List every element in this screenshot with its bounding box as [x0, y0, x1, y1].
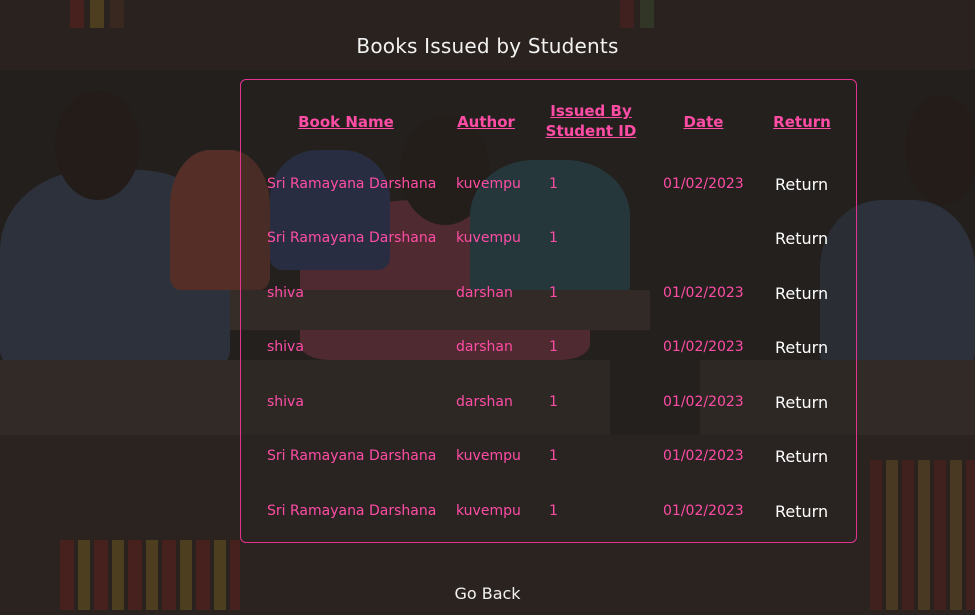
- cell-book-name: Sri Ramayana Darshana: [267, 503, 437, 519]
- cell-book-name: Sri Ramayana Darshana: [267, 448, 437, 464]
- cell-student-id: 1: [549, 394, 558, 410]
- issued-books-table: Book Name Author Issued By Student ID Da…: [240, 79, 857, 543]
- cell-book-name: Sri Ramayana Darshana: [267, 230, 437, 246]
- return-button[interactable]: Return: [775, 442, 828, 472]
- cell-student-id: 1: [549, 230, 558, 246]
- column-header-author: Author: [457, 113, 515, 131]
- cell-book-name: shiva: [267, 339, 304, 355]
- column-header-issued-by: Issued By Student ID: [536, 101, 646, 141]
- cell-author: kuvempu: [456, 230, 521, 246]
- table-row: shiva darshan 1 01/02/2023 Return: [241, 333, 856, 363]
- cell-book-name: shiva: [267, 394, 304, 410]
- table-row: shiva darshan 1 01/02/2023 Return: [241, 279, 856, 309]
- cell-student-id: 1: [549, 285, 558, 301]
- table-row: Sri Ramayana Darshana kuvempu 1 01/02/20…: [241, 170, 856, 200]
- table-row: Sri Ramayana Darshana kuvempu 1 01/02/20…: [241, 442, 856, 472]
- go-back-link[interactable]: Go Back: [0, 584, 975, 603]
- table-row: shiva darshan 1 01/02/2023 Return: [241, 388, 856, 418]
- table-row: Sri Ramayana Darshana kuvempu 1 01/02/20…: [241, 497, 856, 527]
- cell-author: darshan: [456, 339, 513, 355]
- cell-book-name: shiva: [267, 285, 304, 301]
- cell-student-id: 1: [549, 176, 558, 192]
- cell-author: darshan: [456, 394, 513, 410]
- table-row: Sri Ramayana Darshana kuvempu 1 Return: [241, 224, 856, 254]
- column-header-issued-by-line2: Student ID: [545, 122, 637, 140]
- return-button[interactable]: Return: [775, 333, 828, 363]
- cell-date: 01/02/2023: [663, 394, 744, 410]
- column-header-issued-by-line1: Issued By: [550, 102, 632, 120]
- cell-author: kuvempu: [456, 503, 521, 519]
- cell-student-id: 1: [549, 339, 558, 355]
- column-header-book-name: Book Name: [298, 113, 394, 131]
- column-header-date: Date: [683, 113, 724, 131]
- cell-date: 01/02/2023: [663, 503, 744, 519]
- cell-student-id: 1: [549, 448, 558, 464]
- cell-author: kuvempu: [456, 176, 521, 192]
- return-button[interactable]: Return: [775, 497, 828, 527]
- return-button[interactable]: Return: [775, 224, 828, 254]
- cell-date: 01/02/2023: [663, 448, 744, 464]
- cell-date: 01/02/2023: [663, 285, 744, 301]
- return-button[interactable]: Return: [775, 388, 828, 418]
- cell-date: 01/02/2023: [663, 339, 744, 355]
- cell-author: kuvempu: [456, 448, 521, 464]
- column-header-return: Return: [773, 113, 831, 131]
- page-title: Books Issued by Students: [356, 34, 619, 58]
- cell-book-name: Sri Ramayana Darshana: [267, 176, 437, 192]
- cell-student-id: 1: [549, 503, 558, 519]
- cell-author: darshan: [456, 285, 513, 301]
- cell-date: 01/02/2023: [663, 176, 744, 192]
- return-button[interactable]: Return: [775, 279, 828, 309]
- return-button[interactable]: Return: [775, 170, 828, 200]
